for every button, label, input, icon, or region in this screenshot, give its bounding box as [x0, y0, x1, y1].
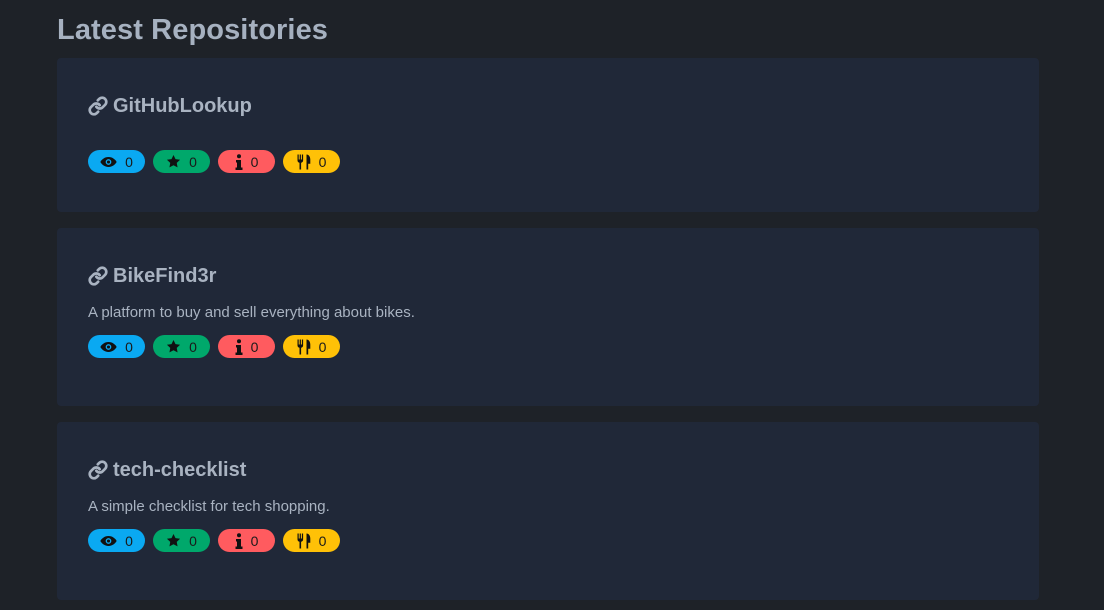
forks-badge: 0: [283, 150, 340, 173]
link-icon: [88, 460, 108, 480]
issues-count: 0: [250, 532, 259, 549]
watchers-count: 0: [125, 153, 133, 170]
repo-name-row[interactable]: tech-checklist: [88, 455, 1008, 485]
stars-badge: 0: [153, 335, 210, 358]
forks-count: 0: [318, 153, 327, 170]
repo-card: BikeFind3r A platform to buy and sell ev…: [57, 228, 1039, 406]
utensils-icon: [297, 339, 311, 355]
eye-icon: [100, 156, 117, 168]
star-icon: [166, 533, 181, 548]
stars-count: 0: [189, 338, 197, 355]
issues-count: 0: [250, 153, 259, 170]
watchers-badge: 0: [88, 335, 145, 358]
info-icon: [235, 153, 243, 170]
forks-badge: 0: [283, 529, 340, 552]
star-icon: [166, 154, 181, 169]
repo-stats: 0 0 0 0: [88, 335, 1008, 358]
repo-name-row[interactable]: GitHubLookup: [88, 91, 1008, 121]
link-icon: [88, 266, 108, 286]
issues-badge: 0: [218, 335, 275, 358]
info-icon: [235, 532, 243, 549]
repo-description: A platform to buy and sell everything ab…: [88, 304, 415, 321]
repo-name-link[interactable]: tech-checklist: [113, 459, 246, 482]
info-icon: [235, 338, 243, 355]
watchers-badge: 0: [88, 150, 145, 173]
page-title: Latest Repositories: [57, 14, 329, 46]
repo-card: GitHubLookup 0 0 0 0: [57, 58, 1039, 212]
stars-count: 0: [189, 532, 197, 549]
link-icon: [88, 96, 108, 116]
repo-name-link[interactable]: GitHubLookup: [113, 95, 252, 118]
stars-badge: 0: [153, 529, 210, 552]
main-content: Latest Repositories GitHubLookup 0 0 0 0…: [57, 0, 1039, 610]
utensils-icon: [297, 154, 311, 170]
repo-stats: 0 0 0 0: [88, 529, 1008, 552]
watchers-badge: 0: [88, 529, 145, 552]
forks-count: 0: [318, 338, 327, 355]
stars-count: 0: [189, 153, 197, 170]
stars-badge: 0: [153, 150, 210, 173]
watchers-count: 0: [125, 532, 133, 549]
eye-icon: [100, 341, 117, 353]
watchers-count: 0: [125, 338, 133, 355]
utensils-icon: [297, 533, 311, 549]
forks-badge: 0: [283, 335, 340, 358]
repo-name-link[interactable]: BikeFind3r: [113, 265, 216, 288]
forks-count: 0: [318, 532, 327, 549]
repo-name-row[interactable]: BikeFind3r: [88, 261, 1008, 291]
page: Latest Repositories GitHubLookup 0 0 0 0…: [0, 0, 1104, 610]
repo-description: A simple checklist for tech shopping.: [88, 498, 330, 515]
eye-icon: [100, 535, 117, 547]
issues-badge: 0: [218, 529, 275, 552]
repo-card: tech-checklist A simple checklist for te…: [57, 422, 1039, 600]
issues-count: 0: [250, 338, 259, 355]
repo-stats: 0 0 0 0: [88, 150, 1008, 173]
star-icon: [166, 339, 181, 354]
issues-badge: 0: [218, 150, 275, 173]
